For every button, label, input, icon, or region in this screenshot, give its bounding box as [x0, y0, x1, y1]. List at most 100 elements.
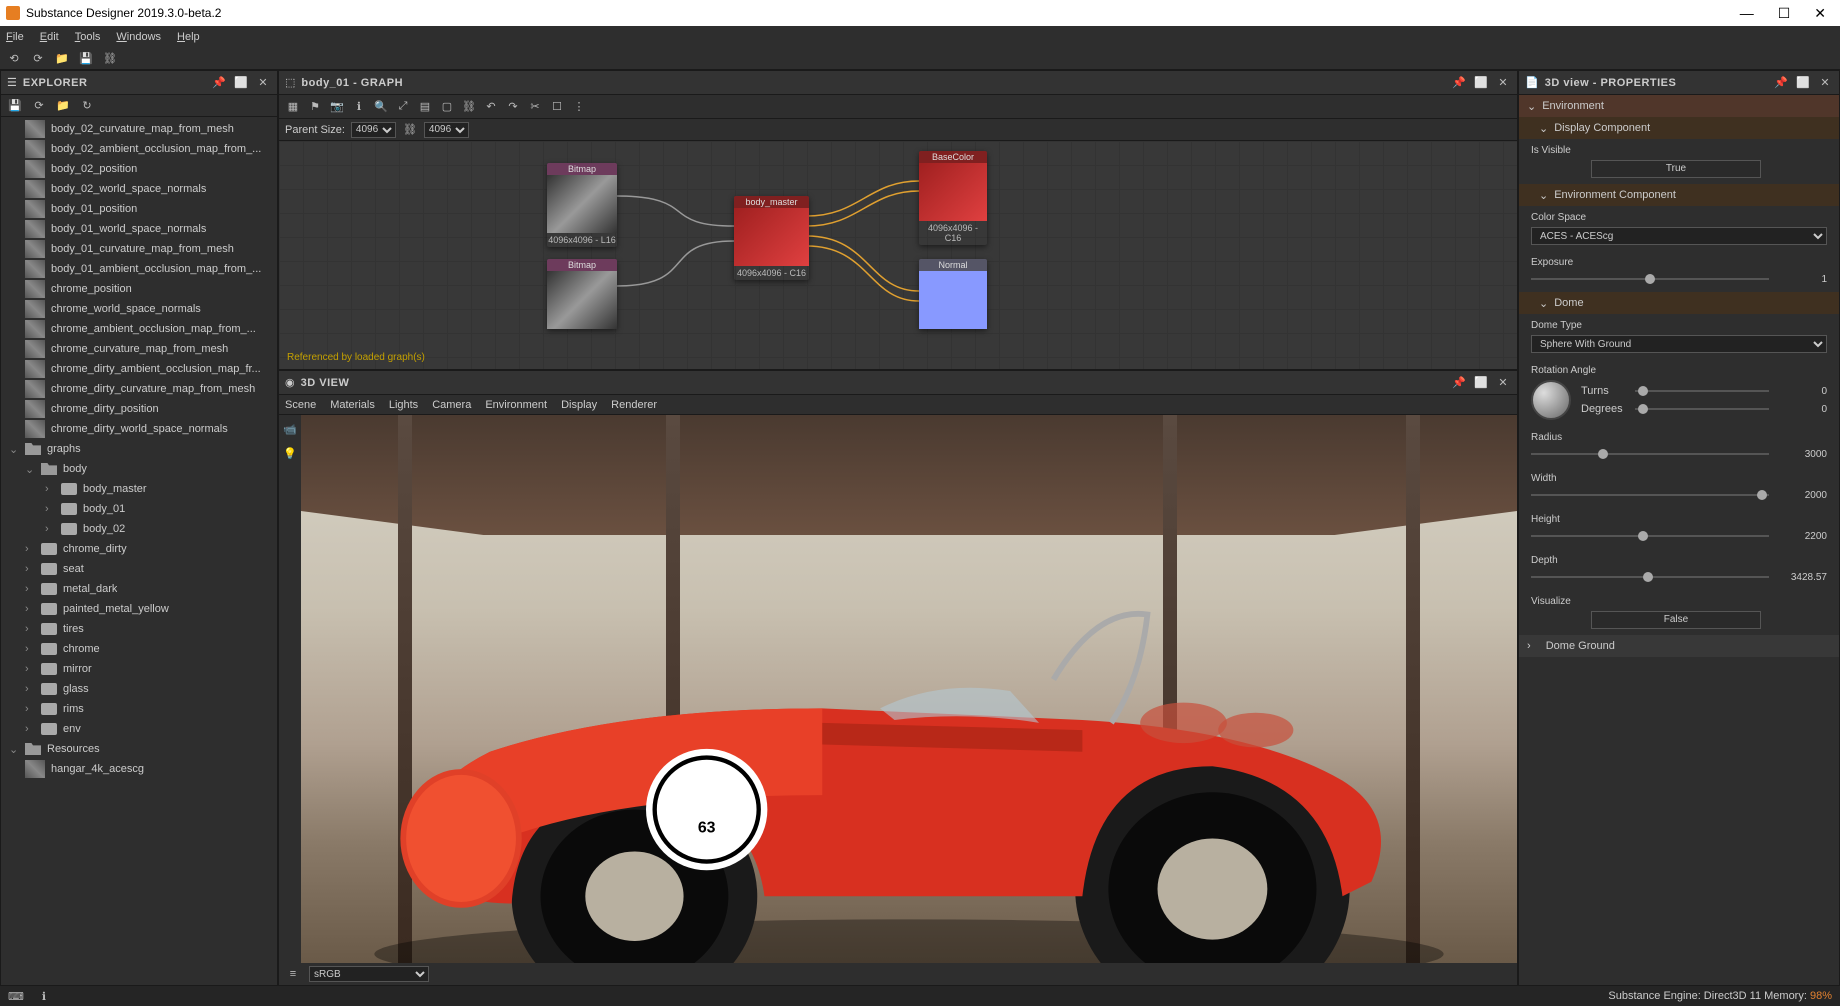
- is-visible-toggle[interactable]: True: [1591, 160, 1761, 178]
- visualize-toggle[interactable]: False: [1591, 611, 1761, 629]
- parent-size-h-select[interactable]: 4096: [424, 122, 469, 138]
- window-minimize-button[interactable]: —: [1740, 5, 1754, 22]
- pin-icon[interactable]: 📌: [1773, 75, 1789, 91]
- section-env-component[interactable]: ⌄Environment Component: [1519, 184, 1839, 206]
- tree-item-map[interactable]: chrome_dirty_world_space_normals: [1, 419, 277, 439]
- menu-tools[interactable]: Tools: [75, 31, 101, 43]
- link-dimensions-icon[interactable]: ⛓: [402, 122, 418, 138]
- view-icon[interactable]: ☐: [549, 99, 565, 115]
- tree-item-graph[interactable]: ›seat: [1, 559, 277, 579]
- info-icon[interactable]: ℹ: [36, 988, 52, 1004]
- tree-item-folder[interactable]: ⌄Resources: [1, 739, 277, 759]
- light-tool-icon[interactable]: 💡: [282, 445, 298, 461]
- pin-icon[interactable]: 📌: [211, 75, 227, 91]
- pin-icon[interactable]: 📌: [1451, 75, 1467, 91]
- view3d-menu-lights[interactable]: Lights: [389, 399, 418, 411]
- save-icon[interactable]: 💾: [78, 51, 94, 67]
- graph-node-bitmap2[interactable]: Bitmap: [547, 259, 617, 329]
- menu-help[interactable]: Help: [177, 31, 200, 43]
- tree-item-graph[interactable]: ›chrome_dirty: [1, 539, 277, 559]
- turns-slider[interactable]: [1635, 384, 1769, 398]
- tree-item-map[interactable]: chrome_curvature_map_from_mesh: [1, 339, 277, 359]
- tree-item-map[interactable]: chrome_dirty_position: [1, 399, 277, 419]
- link-icon[interactable]: ⛓: [461, 99, 477, 115]
- refresh-icon[interactable]: ⟳: [31, 98, 47, 114]
- zoom-icon[interactable]: 🔍: [373, 99, 389, 115]
- layers-icon[interactable]: ≡: [285, 966, 301, 982]
- link-icon[interactable]: ⛓: [102, 51, 118, 67]
- colorspace-select[interactable]: ACES - ACEScg: [1531, 227, 1827, 245]
- explorer-tree[interactable]: body_02_curvature_map_from_meshbody_02_a…: [1, 117, 277, 985]
- refresh-icon[interactable]: ⟲: [6, 51, 22, 67]
- close-panel-icon[interactable]: ✕: [1817, 75, 1833, 91]
- select-icon[interactable]: ▦: [285, 99, 301, 115]
- section-dome-ground[interactable]: › Dome Ground: [1519, 635, 1839, 657]
- colorspace-select[interactable]: sRGB: [309, 966, 429, 982]
- exposure-slider[interactable]: [1531, 272, 1769, 286]
- camera-tool-icon[interactable]: 📹: [282, 421, 298, 437]
- tree-item-graph[interactable]: ›painted_metal_yellow: [1, 599, 277, 619]
- tree-item-folder[interactable]: ⌄graphs: [1, 439, 277, 459]
- graph-node-body-master[interactable]: body_master 4096x4096 - C16: [734, 196, 809, 280]
- tree-item-map[interactable]: chrome_world_space_normals: [1, 299, 277, 319]
- section-dome[interactable]: ⌄Dome: [1519, 292, 1839, 314]
- menu-windows[interactable]: Windows: [116, 31, 161, 43]
- tree-item-map[interactable]: body_01_position: [1, 199, 277, 219]
- window-close-button[interactable]: ✕: [1814, 5, 1826, 22]
- tree-item-graph[interactable]: ›mirror: [1, 659, 277, 679]
- camera-icon[interactable]: 📷: [329, 99, 345, 115]
- close-panel-icon[interactable]: ✕: [1495, 75, 1511, 91]
- tree-item-graph[interactable]: ›body_02: [1, 519, 277, 539]
- graph-node-bitmap1[interactable]: Bitmap 4096x4096 - L16: [547, 163, 617, 247]
- terminal-icon[interactable]: ⌨: [8, 988, 24, 1004]
- tree-item-map[interactable]: chrome_ambient_occlusion_map_from_...: [1, 319, 277, 339]
- view3d-menu-camera[interactable]: Camera: [432, 399, 471, 411]
- tree-item-graph[interactable]: ›rims: [1, 699, 277, 719]
- tree-item-graph[interactable]: ›body_master: [1, 479, 277, 499]
- tree-item-graph[interactable]: ›metal_dark: [1, 579, 277, 599]
- section-display-component[interactable]: ⌄Display Component: [1519, 117, 1839, 139]
- view3d-menu-environment[interactable]: Environment: [485, 399, 547, 411]
- section-environment[interactable]: ⌄Environment: [1519, 95, 1839, 117]
- frame-icon[interactable]: ▢: [439, 99, 455, 115]
- tree-item-map[interactable]: body_02_curvature_map_from_mesh: [1, 119, 277, 139]
- reload-all-icon[interactable]: ↻: [79, 98, 95, 114]
- flag-icon[interactable]: ⚑: [307, 99, 323, 115]
- tree-item-map[interactable]: body_01_world_space_normals: [1, 219, 277, 239]
- radius-slider[interactable]: [1531, 447, 1769, 461]
- open-icon[interactable]: 📁: [54, 51, 70, 67]
- tree-item-map[interactable]: body_02_position: [1, 159, 277, 179]
- scissors-icon[interactable]: ✂: [527, 99, 543, 115]
- redo-icon[interactable]: ↷: [505, 99, 521, 115]
- view3d-menu-materials[interactable]: Materials: [330, 399, 375, 411]
- width-slider[interactable]: [1531, 488, 1769, 502]
- maximize-panel-icon[interactable]: ⬜: [1795, 75, 1811, 91]
- tree-item-map[interactable]: chrome_dirty_curvature_map_from_mesh: [1, 379, 277, 399]
- graph-canvas[interactable]: Bitmap 4096x4096 - L16 Bitmap body_maste…: [279, 141, 1517, 369]
- maximize-panel-icon[interactable]: ⬜: [1473, 375, 1489, 391]
- degrees-slider[interactable]: [1635, 402, 1769, 416]
- tree-item-map[interactable]: chrome_dirty_ambient_occlusion_map_fr...: [1, 359, 277, 379]
- menu-file[interactable]: File: [6, 31, 24, 43]
- tree-item-map[interactable]: hangar_4k_acescg: [1, 759, 277, 779]
- align-icon[interactable]: ▤: [417, 99, 433, 115]
- tree-item-map[interactable]: chrome_position: [1, 279, 277, 299]
- view3d-menu-display[interactable]: Display: [561, 399, 597, 411]
- save-icon[interactable]: 💾: [7, 98, 23, 114]
- tree-item-graph[interactable]: ›env: [1, 719, 277, 739]
- tree-item-graph[interactable]: ›body_01: [1, 499, 277, 519]
- view3d-menu-renderer[interactable]: Renderer: [611, 399, 657, 411]
- graph-node-basecolor[interactable]: BaseColor 4096x4096 - C16: [919, 151, 987, 245]
- view3d-viewport[interactable]: 63: [301, 415, 1517, 963]
- tree-item-graph[interactable]: ›tires: [1, 619, 277, 639]
- window-maximize-button[interactable]: ☐: [1778, 5, 1791, 22]
- reload-icon[interactable]: ⟳: [30, 51, 46, 67]
- dome-type-select[interactable]: Sphere With Ground: [1531, 335, 1827, 353]
- tree-item-folder[interactable]: ⌄body: [1, 459, 277, 479]
- maximize-panel-icon[interactable]: ⬜: [233, 75, 249, 91]
- info-icon[interactable]: ℹ: [351, 99, 367, 115]
- tree-item-map[interactable]: body_01_ambient_occlusion_map_from_...: [1, 259, 277, 279]
- close-panel-icon[interactable]: ✕: [1495, 375, 1511, 391]
- more-icon[interactable]: ⋮: [571, 99, 587, 115]
- tree-item-graph[interactable]: ›glass: [1, 679, 277, 699]
